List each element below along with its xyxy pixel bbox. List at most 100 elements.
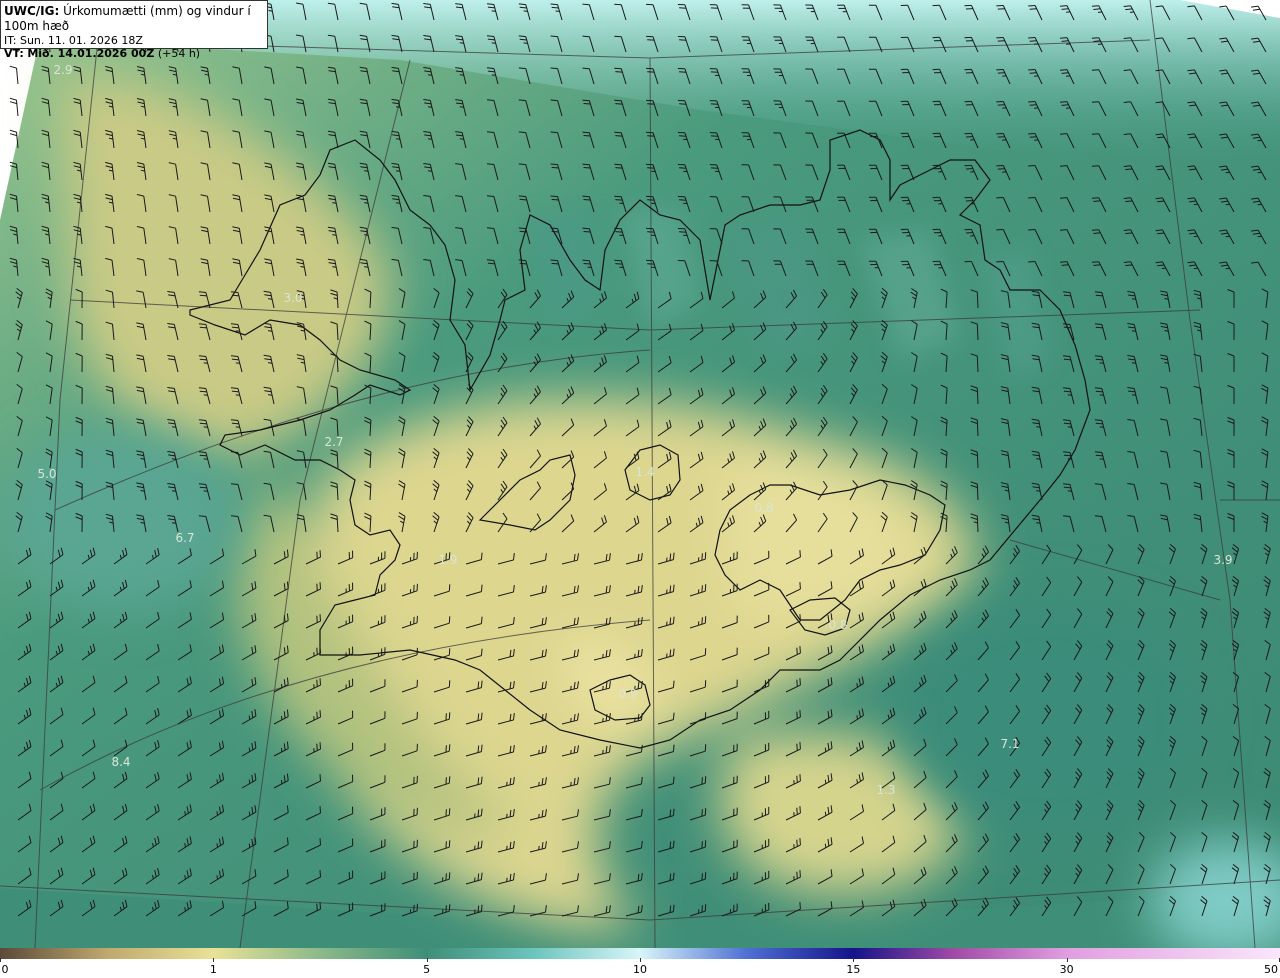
- wind-barb-feather: [477, 713, 480, 721]
- wind-barb-feather: [364, 202, 369, 204]
- colorbar-tick-label: 1: [209, 963, 217, 976]
- wind-barb-feather: [1123, 229, 1131, 231]
- wind-barb-feather: [395, 202, 401, 204]
- wind-barb-feather: [1036, 522, 1041, 524]
- model-label: UWC/IG:: [4, 4, 60, 18]
- wind-barb-feather: [216, 779, 219, 784]
- wind-barb-feather: [316, 679, 318, 687]
- wind-barb-feather: [1164, 330, 1169, 332]
- wind-barb-feather: [582, 3, 590, 6]
- wind-barb-feather: [1123, 69, 1131, 71]
- wind-barb-feather: [582, 163, 590, 166]
- wind-barb-feather: [1125, 232, 1133, 235]
- wind-barb-feather: [448, 840, 451, 848]
- wind-barb-staff: [976, 483, 979, 501]
- wind-barb-feather: [796, 775, 798, 783]
- info-box: UWC/IG: Úrkomumætti (mm) og vindur í 100…: [0, 0, 268, 60]
- wind-barb-feather: [480, 680, 483, 688]
- colorbar-tickmark: [0, 958, 1, 962]
- wind-barb-feather: [824, 779, 827, 784]
- wind-barb-staff: [976, 387, 979, 405]
- wind-barb-feather: [614, 227, 622, 230]
- wind-barb-feather: [1123, 5, 1131, 7]
- wind-barb-feather: [198, 419, 206, 421]
- wind-barb-feather: [551, 166, 559, 169]
- wind-barb-feather: [171, 490, 176, 492]
- colorbar-tickmark: [640, 958, 641, 962]
- wind-barb-feather: [1036, 458, 1041, 460]
- wind-barb-feather: [1028, 69, 1036, 71]
- wind-barb-feather: [480, 744, 483, 752]
- wind-barb-feather: [480, 808, 483, 816]
- wind-barb-feather: [199, 454, 207, 457]
- wind-barb-feather: [582, 259, 590, 262]
- wind-barb-feather: [1193, 235, 1198, 238]
- wind-barb-feather: [550, 99, 558, 102]
- wind-barb-feather: [570, 717, 572, 722]
- wind-barb-feather: [669, 649, 672, 657]
- wind-barb-feather: [796, 711, 798, 719]
- wind-barb-feather: [1093, 8, 1101, 10]
- forecast-map: UWC/IG: Úrkomumætti (mm) og vindur í 100…: [0, 0, 1280, 978]
- wind-barb-feather: [1093, 40, 1101, 42]
- wind-barb-feather: [538, 749, 540, 754]
- value-label: 7.1: [1000, 737, 1020, 751]
- wind-barb-feather: [672, 584, 675, 592]
- value-label: 0.9: [618, 687, 638, 701]
- wind-barb-feather: [1059, 101, 1068, 103]
- wind-barb-feather: [582, 99, 590, 102]
- wind-barb-staff: [976, 323, 979, 341]
- wind-barb-feather: [332, 266, 337, 268]
- wind-barb-feather: [615, 199, 623, 201]
- wind-barb-feather: [518, 67, 526, 70]
- value-label: 2.9: [53, 63, 73, 77]
- wind-barb-feather: [1091, 5, 1099, 7]
- wind-barb-feather: [199, 326, 207, 329]
- wind-barb-feather: [480, 904, 483, 912]
- wind-barb-feather: [1091, 101, 1099, 103]
- wind-barb-feather: [1164, 362, 1169, 364]
- wind-barb-feather: [319, 870, 321, 878]
- wind-barb-feather: [268, 330, 273, 332]
- wind-barb-feather: [477, 905, 480, 913]
- wind-barb-feather: [477, 841, 480, 849]
- wind-barb-feather: [448, 904, 451, 912]
- wind-barb-feather: [364, 266, 369, 268]
- wind-barb-feather: [1225, 267, 1230, 270]
- wind-barb-feather: [672, 552, 675, 560]
- wind-barb-feather: [583, 135, 591, 137]
- wind-barb-feather: [672, 808, 675, 816]
- wind-barb-feather: [199, 422, 207, 425]
- colorbar-tick-label: 50: [1264, 963, 1278, 976]
- wind-barb-feather: [1059, 261, 1068, 263]
- wind-barb-feather: [701, 905, 703, 913]
- wind-barb-feather: [1131, 362, 1136, 364]
- wind-barb-feather: [518, 131, 526, 134]
- wind-barb-feather: [316, 647, 318, 655]
- wind-barb-feather: [1029, 72, 1037, 74]
- wind-barb-feather: [1094, 323, 1102, 325]
- wind-barb-feather: [459, 138, 464, 140]
- colorbar-tickmark: [426, 958, 428, 962]
- wind-barb-feather: [1125, 264, 1133, 267]
- wind-barb-feather: [1059, 229, 1068, 231]
- wind-barb-feather: [477, 681, 480, 689]
- wind-barb-feather: [570, 685, 572, 690]
- wind-barb-feather: [1257, 203, 1262, 206]
- colorbar-tick-label: 5: [423, 963, 431, 976]
- wind-barb-feather: [799, 582, 801, 590]
- wind-barb-feather: [602, 653, 604, 658]
- wind-barb-feather: [1123, 37, 1131, 39]
- wind-barb-feather: [1028, 261, 1036, 263]
- wind-barb-feather: [1028, 165, 1036, 167]
- wind-barb-feather: [319, 902, 321, 910]
- wind-barb-feather: [459, 106, 464, 108]
- wind-barb-feather: [1164, 298, 1169, 300]
- colorbar-tick-label: 0: [1, 963, 9, 976]
- valid-prefix: VT:: [4, 47, 24, 60]
- wind-barb-feather: [551, 198, 559, 201]
- value-label: 1.9: [438, 553, 458, 567]
- wind-barb-feather: [1091, 261, 1099, 263]
- lead-time: (+54 h): [157, 47, 201, 60]
- wind-barb-feather: [538, 781, 540, 786]
